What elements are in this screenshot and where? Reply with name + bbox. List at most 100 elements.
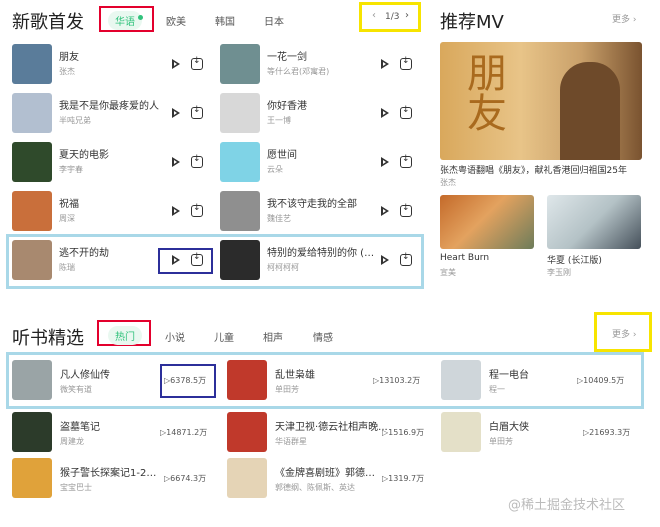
song-cover[interactable]: [12, 191, 52, 231]
audiobook-name[interactable]: 《金牌喜剧班》郭德纲...: [275, 464, 375, 479]
play-icon[interactable]: [378, 205, 390, 217]
audiobook-name[interactable]: 白眉大侠: [489, 418, 529, 433]
tab-chinese[interactable]: 华语: [108, 11, 142, 30]
mv-item-title[interactable]: Heart Burn: [440, 253, 489, 263]
audiobook-name[interactable]: 猴子警长探案记1-2季|...: [60, 464, 160, 479]
song-cover[interactable]: [220, 44, 260, 84]
tab-crosstalk[interactable]: 相声: [263, 329, 283, 344]
song-item[interactable]: 夏天的电影 李宇春: [12, 142, 212, 190]
audiobook-artist[interactable]: 郭德纲、陈佩斯、英达: [275, 482, 355, 493]
audiobook-name[interactable]: 天津卫视·德云社相声晚...: [275, 418, 388, 433]
song-name[interactable]: 祝福: [59, 195, 167, 210]
audiobook-plays: ▷1319.7万: [382, 474, 425, 483]
download-icon[interactable]: [191, 105, 203, 119]
audiobook-cover[interactable]: [12, 458, 52, 498]
audiobook-item[interactable]: 白眉大侠 单田芳 ▷21693.3万: [441, 412, 636, 456]
tab-western[interactable]: 欧美: [166, 13, 186, 28]
song-cover[interactable]: [12, 142, 52, 182]
song-name[interactable]: 我不该守走我的全部: [267, 195, 375, 210]
mv-item-title[interactable]: 华夏 (长江版): [547, 253, 602, 266]
song-name[interactable]: 愿世间: [267, 146, 375, 161]
mv-main-poster[interactable]: 朋友: [440, 42, 642, 160]
tab-japanese[interactable]: 日本: [264, 13, 284, 28]
audiobook-item[interactable]: 猴子警长探案记1-2季|... 宝宝巴士 ▷6674.3万: [12, 458, 212, 502]
song-cover[interactable]: [12, 44, 52, 84]
mv-main-artist[interactable]: 张杰: [440, 177, 456, 188]
song-cover[interactable]: [220, 191, 260, 231]
chevron-right-icon[interactable]: ›: [405, 10, 409, 21]
song-item[interactable]: 祝福 周深: [12, 191, 212, 239]
audiobook-item[interactable]: 盗墓笔记 周建龙 ▷14871.2万: [12, 412, 212, 456]
song-item[interactable]: 朋友 张杰: [12, 44, 212, 92]
tab-korean[interactable]: 韩国: [215, 13, 235, 28]
song-artist[interactable]: 周深: [59, 213, 75, 224]
mv-more-link[interactable]: 更多 ›: [612, 12, 636, 25]
play-icon[interactable]: [169, 107, 181, 119]
song-artist[interactable]: 半吨兄弟: [59, 115, 91, 126]
audiobook-item[interactable]: 《金牌喜剧班》郭德纲... 郭德纲、陈佩斯、英达 ▷1319.7万: [227, 458, 425, 502]
audiobooks-more-label: 更多: [612, 330, 631, 340]
play-icon[interactable]: [378, 156, 390, 168]
audiobook-cover[interactable]: [227, 412, 267, 452]
play-icon[interactable]: [169, 156, 181, 168]
chevron-left-icon[interactable]: ‹: [372, 10, 376, 21]
song-name[interactable]: 夏天的电影: [59, 146, 167, 161]
song-artist[interactable]: 李宇春: [59, 164, 83, 175]
play-icon[interactable]: [169, 205, 181, 217]
audiobook-cover[interactable]: [227, 458, 267, 498]
mv-thumb[interactable]: [440, 195, 534, 249]
audiobook-artist[interactable]: 周建龙: [60, 436, 84, 447]
audiobook-artist[interactable]: 单田芳: [489, 436, 513, 447]
mv-main-caption[interactable]: 张杰粤语翻唱《朋友》，献礼香港回归祖国25年: [440, 163, 627, 176]
download-icon[interactable]: [400, 203, 412, 217]
play-icon[interactable]: [169, 58, 181, 70]
audiobook-plays-value: 1319.7万: [388, 474, 425, 483]
song-name[interactable]: 一花一剑: [267, 48, 375, 63]
audiobook-item[interactable]: 天津卫视·德云社相声晚... 华语群星 ▷1516.9万: [227, 412, 425, 456]
song-item[interactable]: 我是不是你最疼爱的人 半吨兄弟: [12, 93, 212, 141]
audiobook-cover[interactable]: [441, 412, 481, 452]
audiobook-plays: ▷14871.2万: [160, 428, 208, 437]
download-icon[interactable]: [400, 154, 412, 168]
audiobook-plays-value: 21693.3万: [589, 428, 631, 437]
audiobook-plays: ▷1516.9万: [382, 428, 425, 437]
audiobook-name[interactable]: 盗墓笔记: [60, 418, 100, 433]
play-icon[interactable]: [378, 58, 390, 70]
song-artist[interactable]: 王一博: [267, 115, 291, 126]
download-icon[interactable]: [191, 203, 203, 217]
audiobooks-more-link[interactable]: 更多 ›: [612, 327, 636, 340]
audiobook-artist[interactable]: 华语群星: [275, 436, 307, 447]
mv-item-artist[interactable]: 李玉刚: [547, 267, 571, 278]
tab-kids[interactable]: 儿童: [214, 329, 234, 344]
mv-item-artist[interactable]: 宣美: [440, 267, 456, 278]
tab-hot[interactable]: 热门: [108, 326, 142, 345]
download-icon[interactable]: [191, 56, 203, 70]
song-actions-highlight-box: [158, 248, 213, 274]
song-cover[interactable]: [220, 142, 260, 182]
download-icon[interactable]: [400, 56, 412, 70]
song-artist[interactable]: 等什么君(邓寓君): [267, 66, 329, 77]
audiobook-plays-value: 6674.3万: [170, 474, 207, 483]
song-artist[interactable]: 魏佳艺: [267, 213, 291, 224]
song-item[interactable]: 愿世间 云朵: [220, 142, 420, 190]
song-cover[interactable]: [12, 93, 52, 133]
play-icon[interactable]: [378, 107, 390, 119]
download-icon[interactable]: [191, 154, 203, 168]
audiobooks-title: 听书精选: [12, 328, 84, 349]
tab-emotion[interactable]: 情感: [313, 329, 333, 344]
audiobook-artist[interactable]: 宝宝巴士: [60, 482, 92, 493]
tab-novel[interactable]: 小说: [165, 329, 185, 344]
song-name[interactable]: 你好香港: [267, 97, 375, 112]
song-item[interactable]: 我不该守走我的全部 魏佳艺: [220, 191, 420, 239]
song-artist[interactable]: 张杰: [59, 66, 75, 77]
audiobook-cover[interactable]: [12, 412, 52, 452]
new-songs-title: 新歌首发: [12, 12, 84, 33]
song-cover[interactable]: [220, 93, 260, 133]
song-item[interactable]: 你好香港 王一博: [220, 93, 420, 141]
song-item[interactable]: 一花一剑 等什么君(邓寓君): [220, 44, 420, 92]
song-name[interactable]: 朋友: [59, 48, 167, 63]
download-icon[interactable]: [400, 105, 412, 119]
song-artist[interactable]: 云朵: [267, 164, 283, 175]
mv-thumb[interactable]: [547, 195, 641, 249]
song-name[interactable]: 我是不是你最疼爱的人: [59, 97, 167, 112]
